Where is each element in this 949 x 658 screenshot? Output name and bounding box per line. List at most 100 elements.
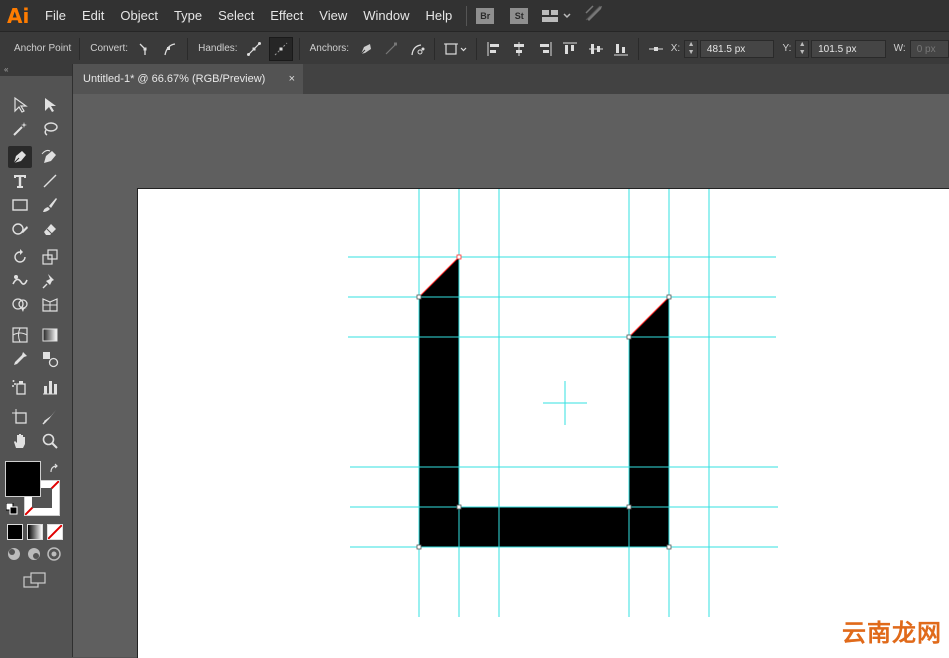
convert-label: Convert: [90, 43, 129, 54]
lasso-tool[interactable] [38, 118, 62, 140]
none-mode-button[interactable] [47, 524, 63, 540]
draw-behind-button[interactable] [24, 544, 44, 564]
connect-endpoints-icon [385, 42, 398, 54]
align-hcenter-button[interactable] [509, 38, 531, 60]
menu-help[interactable]: Help [417, 0, 460, 31]
convert-corner-icon [139, 43, 147, 55]
x-coordinate-field[interactable]: 481.5 px [699, 39, 775, 58]
rotate-tool[interactable] [8, 246, 32, 268]
rotate-icon [14, 249, 26, 263]
document-tab[interactable]: Untitled-1* @ 66.67% (RGB/Preview) × [73, 64, 303, 94]
eraser-tool[interactable] [38, 218, 62, 240]
shaper-tool[interactable] [8, 218, 32, 240]
curvature-tool[interactable] [38, 146, 62, 168]
show-handles-button[interactable] [244, 38, 266, 60]
u-letter-shape[interactable] [419, 257, 669, 547]
screen-mode-button[interactable] [20, 569, 50, 591]
align-top-button[interactable] [560, 38, 582, 60]
hand-tool[interactable] [8, 430, 32, 452]
hide-handles-button[interactable] [269, 36, 293, 61]
menu-object[interactable]: Object [112, 0, 166, 31]
scale-icon [42, 249, 58, 265]
convert-to-smooth-button[interactable] [160, 38, 182, 60]
bridge-button[interactable]: Br [476, 7, 495, 24]
menu-bar: Ai File Edit Object Type Select Effect V… [0, 0, 949, 31]
canvas[interactable]: 云南龙网 [73, 94, 949, 658]
default-fill-stroke-icon[interactable] [5, 502, 18, 520]
draw-normal-button[interactable] [4, 544, 24, 564]
eyedropper-icon [14, 352, 27, 365]
scale-tool[interactable] [38, 246, 62, 268]
magic-wand-tool[interactable] [8, 118, 32, 140]
menu-select[interactable]: Select [210, 0, 262, 31]
rectangle-tool[interactable] [8, 194, 32, 216]
artboard-tool[interactable] [8, 406, 32, 428]
symbol-sprayer-tool[interactable] [8, 376, 32, 398]
align-left-button[interactable] [483, 38, 505, 60]
line-segment-tool[interactable] [38, 170, 62, 192]
stock-button[interactable]: St [510, 7, 529, 24]
align-right-button[interactable] [534, 38, 556, 60]
fill-swatch[interactable] [5, 461, 41, 497]
shape-builder-tool[interactable] [8, 294, 32, 316]
direct-selection-tool[interactable] [38, 94, 62, 116]
color-mode-button[interactable] [7, 524, 23, 540]
tools-panel: « [0, 64, 73, 657]
direct-selection-icon [45, 98, 56, 112]
reference-point-button[interactable] [645, 38, 667, 60]
draw-normal-icon [8, 548, 20, 560]
swap-fill-stroke-icon[interactable] [49, 462, 61, 480]
puppet-warp-tool[interactable] [38, 270, 62, 292]
y-stepper[interactable]: ▲ ▼ [795, 39, 810, 58]
align-hcenter-icon [514, 41, 525, 56]
eyedropper-tool[interactable] [8, 348, 32, 370]
tab-close-icon[interactable]: × [289, 64, 295, 94]
menu-file[interactable]: File [37, 0, 74, 31]
show-handles-icon [247, 41, 262, 56]
tools-panel-collapse[interactable]: « [0, 64, 72, 76]
align-bottom-button[interactable] [611, 38, 633, 60]
warp-tool[interactable] [8, 270, 32, 292]
menu-window[interactable]: Window [355, 0, 417, 31]
x-stepper[interactable]: ▲ ▼ [684, 39, 698, 58]
draw-inside-button[interactable] [44, 544, 64, 564]
artboard-icon [12, 409, 27, 424]
curvature-pen-icon [41, 149, 56, 163]
pen-tool[interactable] [8, 146, 32, 168]
control-divider [433, 37, 435, 60]
width-field[interactable]: 0 px [909, 39, 949, 58]
menu-edit[interactable]: Edit [74, 0, 112, 31]
workspace-switcher[interactable] [542, 9, 572, 23]
zoom-tool[interactable] [38, 430, 62, 452]
perspective-grid-tool[interactable] [38, 294, 62, 316]
connect-endpoints-button[interactable] [381, 38, 403, 60]
control-divider [638, 37, 640, 60]
paintbrush-tool[interactable] [38, 194, 62, 216]
convert-to-corner-button[interactable] [134, 38, 156, 60]
symbol-sprayer-icon [12, 380, 26, 395]
column-graph-tool[interactable] [38, 376, 62, 398]
anchor-point [456, 504, 462, 510]
blend-tool[interactable] [38, 348, 62, 370]
slice-tool[interactable] [38, 406, 62, 428]
mesh-tool[interactable] [8, 324, 32, 346]
document-tab-bar: Untitled-1* @ 66.67% (RGB/Preview) × [73, 64, 949, 94]
align-vcenter-button[interactable] [585, 38, 607, 60]
artwork-layer[interactable] [138, 189, 949, 658]
remove-anchor-button[interactable] [355, 38, 377, 60]
y-coordinate-field[interactable]: 101.5 px [811, 39, 886, 58]
gradient-mode-button[interactable] [27, 524, 43, 540]
convert-smooth-icon [164, 42, 176, 55]
artboard[interactable]: 云南龙网 [137, 188, 949, 658]
selection-tool[interactable] [8, 94, 32, 116]
type-tool[interactable] [8, 170, 32, 192]
gradient-tool[interactable] [38, 324, 62, 346]
menu-effect[interactable]: Effect [262, 0, 311, 31]
x-label: X: [670, 43, 681, 54]
menu-view[interactable]: View [311, 0, 355, 31]
menu-type[interactable]: Type [166, 0, 210, 31]
control-divider [187, 37, 189, 60]
cut-path-button[interactable] [406, 38, 428, 60]
gpu-rocket-icon[interactable] [584, 4, 604, 27]
isolate-object-button[interactable] [441, 38, 470, 60]
